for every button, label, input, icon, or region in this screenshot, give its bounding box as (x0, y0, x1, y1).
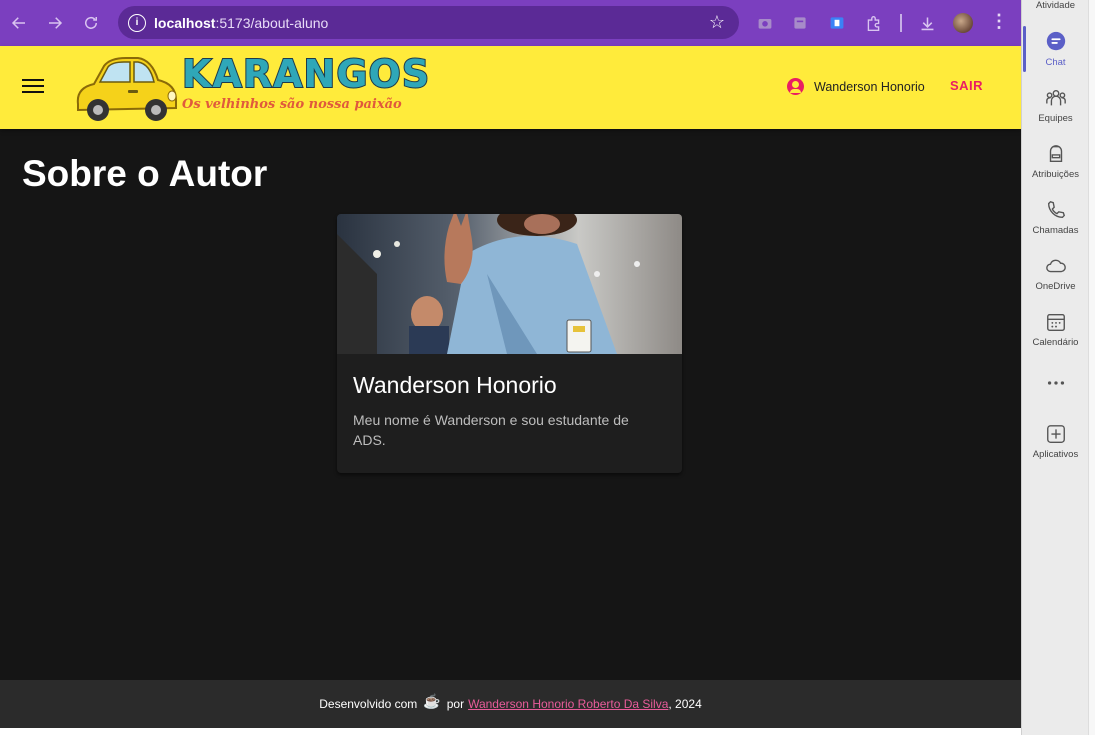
sidebar-item-apps[interactable]: Aplicativos (1022, 423, 1089, 460)
address-bar[interactable]: i localhost:5173/about-aluno ☆ (118, 6, 739, 39)
hamburger-menu-icon[interactable] (22, 76, 44, 98)
browser-toolbar: i localhost:5173/about-aluno ☆ ⋮ (0, 0, 1021, 46)
site-info-icon[interactable]: i (128, 13, 146, 32)
sidebar-item-label: Calendário (1032, 337, 1079, 348)
bookmark-star-icon[interactable]: ☆ (709, 12, 725, 33)
arrow-left-icon (11, 17, 25, 29)
author-photo (337, 214, 682, 354)
author-name: Wanderson Honorio (353, 372, 557, 398)
sidebar-item-calls[interactable]: Chamadas (1022, 199, 1089, 236)
user-name: Wanderson Honorio (814, 79, 925, 94)
logo-tagline: Os velhinhos são nossa paixão (182, 97, 402, 112)
page-title: Sobre o Autor (22, 153, 268, 194)
car-logo-icon (76, 57, 177, 121)
toolbar-divider (900, 14, 902, 32)
reload-button[interactable] (73, 5, 109, 41)
forward-button[interactable] (37, 5, 73, 41)
author-bio: Meu nome é Wanderson e sou estudante de … (353, 412, 629, 448)
sidebar-item-label: Equipes (1038, 113, 1073, 124)
logo-title: KARANGOS (181, 51, 431, 97)
sidebar-item-activity[interactable]: Atividade (1022, 0, 1089, 11)
sidebar-item-label: Atividade (1035, 0, 1076, 11)
arrow-right-icon (49, 17, 63, 29)
extensions-puzzle-icon[interactable] (863, 13, 883, 33)
add-icon (1046, 425, 1065, 443)
url-host: localhost (154, 14, 216, 31)
active-item-indicator (1023, 26, 1026, 72)
logout-button[interactable]: SAIR (940, 74, 993, 97)
sidebar-item-label: Chamadas (1032, 225, 1079, 236)
sidebar-item-teams[interactable]: Equipes (1022, 87, 1089, 124)
app-header: KARANGOS Os velhinhos são nossa paixão W… (0, 46, 1021, 129)
download-icon[interactable] (917, 13, 937, 33)
teams-sidebar: Atividade Chat Equipes Atribuições Chama… (1021, 0, 1095, 735)
sidebar-item-label: Aplicativos (1032, 449, 1079, 460)
author-link[interactable]: Wanderson Honorio Roberto Da Silva (468, 697, 668, 711)
teams-icon (1045, 89, 1066, 106)
sidebar-scrollbar[interactable] (1088, 0, 1095, 735)
phone-icon (1047, 200, 1065, 219)
back-button[interactable] (1, 5, 37, 41)
backpack-icon (1049, 145, 1062, 163)
sidebar-item-assignments[interactable]: Atribuições (1022, 143, 1089, 180)
sidebar-item-label: Chat (1045, 57, 1066, 68)
author-card: Wanderson Honorio Meu nome é Wanderson e… (337, 214, 682, 473)
footer-prefix: Desenvolvido com (319, 697, 418, 711)
cloud-icon (1045, 259, 1066, 273)
document-extension-icon[interactable] (790, 13, 810, 33)
camera-extension-icon[interactable] (755, 13, 775, 33)
bottom-strip (0, 728, 1021, 735)
footer-middle: por (446, 697, 465, 711)
translate-extension-icon[interactable] (827, 13, 847, 33)
sidebar-item-calendar[interactable]: Calendário (1022, 311, 1089, 348)
footer-suffix: , 2024 (668, 697, 702, 711)
url-path: :5173/about-aluno (215, 14, 329, 31)
user-info: Wanderson Honorio (787, 78, 925, 95)
coffee-icon: ☕ (423, 692, 441, 709)
sidebar-item-label: OneDrive (1035, 281, 1076, 292)
reload-icon (85, 16, 97, 29)
sidebar-item-chat[interactable]: Chat (1022, 31, 1089, 68)
account-circle-icon (787, 78, 804, 95)
calendar-icon (1046, 313, 1065, 331)
more-horizontal-icon (1047, 381, 1064, 385)
profile-avatar[interactable] (953, 13, 973, 33)
browser-menu-icon[interactable]: ⋮ (990, 11, 1008, 32)
sidebar-item-onedrive[interactable]: OneDrive (1022, 255, 1089, 292)
sidebar-item-more[interactable] (1022, 372, 1089, 394)
sidebar-item-label: Atribuições (1032, 169, 1079, 180)
chat-icon (1046, 31, 1065, 51)
footer: Desenvolvido com ☕ por Wanderson Honorio… (0, 680, 1021, 728)
karangos-logo[interactable]: KARANGOS Os velhinhos são nossa paixão (72, 50, 430, 126)
